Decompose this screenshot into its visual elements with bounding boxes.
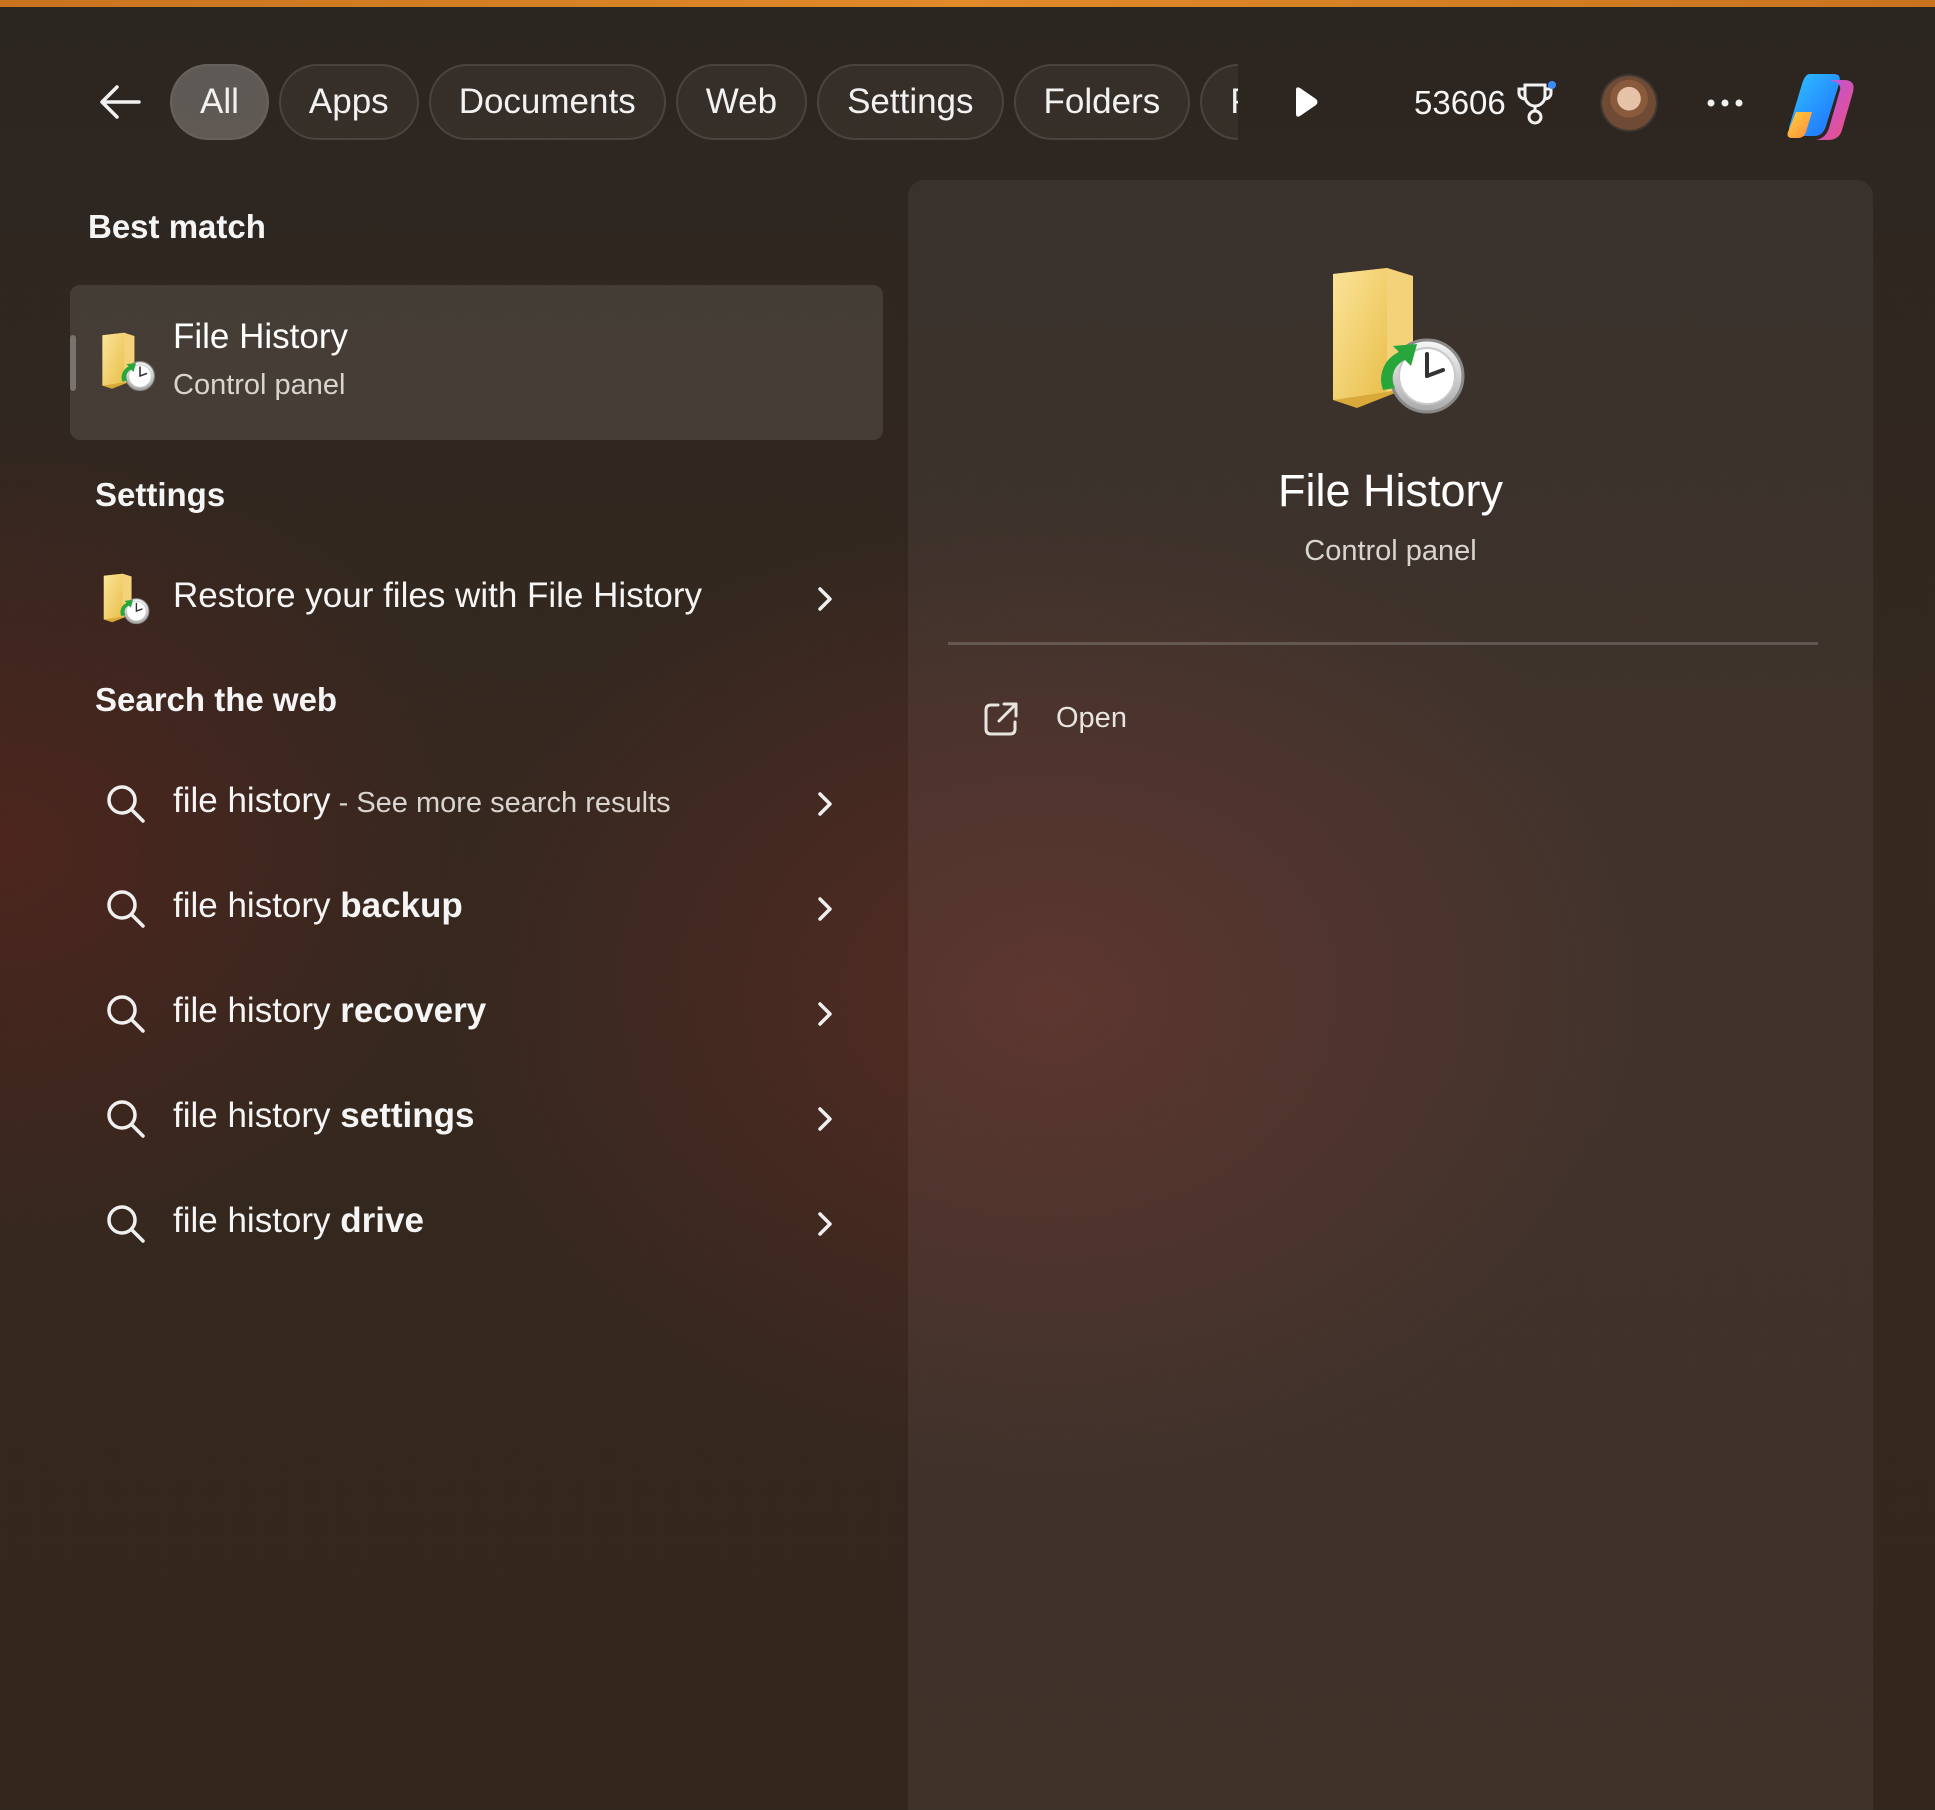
copilot-button[interactable] xyxy=(1782,66,1862,146)
web-search-query: file history backup xyxy=(173,886,463,925)
tab-settings[interactable]: Settings xyxy=(817,64,1004,140)
search-icon xyxy=(107,1100,145,1138)
open-external-icon xyxy=(984,702,1018,736)
rewards-points-value: 53606 xyxy=(1414,84,1506,121)
selection-indicator xyxy=(70,335,76,391)
web-search-item[interactable]: file history - See more search results xyxy=(70,756,883,852)
chevron-right-icon xyxy=(818,587,832,611)
settings-item-label: Restore your files with File History xyxy=(173,576,703,615)
web-search-query: file history settings xyxy=(173,1096,475,1135)
search-filter-bar: All Apps Documents Web Settings Folders … xyxy=(0,60,1935,144)
file-history-icon xyxy=(1326,266,1468,416)
accent-top-line xyxy=(0,0,1935,7)
open-label: Open xyxy=(1056,702,1127,734)
preview-title: File History xyxy=(1277,465,1504,516)
copilot-icon xyxy=(1787,74,1854,140)
file-history-icon xyxy=(100,573,152,625)
search-icon xyxy=(107,1205,145,1243)
more-icon xyxy=(1707,99,1743,107)
chevron-right-icon xyxy=(818,1002,832,1026)
file-history-icon xyxy=(100,331,156,393)
web-search-item[interactable]: file history backup xyxy=(70,861,883,957)
trophy-icon xyxy=(1517,81,1556,125)
best-match-heading: Best match xyxy=(88,208,266,245)
filter-tabs: All Apps Documents Web Settings Folders … xyxy=(170,64,1238,144)
tab-people[interactable]: People xyxy=(1200,64,1238,140)
search-icon xyxy=(107,785,145,823)
scroll-tabs-button[interactable] xyxy=(1284,82,1324,122)
web-search-item[interactable]: file history settings xyxy=(70,1071,883,1167)
chevron-right-icon xyxy=(818,792,832,816)
back-arrow-icon xyxy=(100,85,141,119)
best-match-title: File History xyxy=(173,317,349,356)
tab-all[interactable]: All xyxy=(170,64,269,140)
chevron-right-icon xyxy=(818,897,832,921)
web-search-item[interactable]: file history drive xyxy=(70,1176,883,1272)
rewards-points[interactable]: 53606 xyxy=(1414,78,1558,128)
play-icon xyxy=(1296,87,1318,117)
web-search-query: file history - See more search results xyxy=(173,781,671,820)
chevron-right-icon xyxy=(818,1212,832,1236)
preview-divider xyxy=(948,642,1818,645)
search-icon xyxy=(107,890,145,928)
tab-documents[interactable]: Documents xyxy=(428,64,666,140)
tab-web[interactable]: Web xyxy=(675,64,808,140)
more-options-button[interactable] xyxy=(1700,78,1750,128)
web-search-query: file history drive xyxy=(173,1201,424,1240)
open-button[interactable]: Open xyxy=(948,680,1268,760)
tab-apps[interactable]: Apps xyxy=(278,64,419,140)
web-search-query: file history recovery xyxy=(173,991,487,1030)
best-match-item[interactable]: File History Control panel xyxy=(70,285,883,440)
user-avatar[interactable] xyxy=(1602,76,1656,130)
tab-folders[interactable]: Folders xyxy=(1013,64,1191,140)
best-match-subtitle: Control panel xyxy=(173,369,346,401)
search-web-heading: Search the web xyxy=(95,681,338,718)
chevron-right-icon xyxy=(818,1107,832,1131)
settings-item-restore-files[interactable]: Restore your files with File History xyxy=(70,551,883,647)
preview-subtitle: Control panel xyxy=(1304,535,1477,567)
preview-pane: File History Control panel Open xyxy=(908,180,1873,1810)
search-icon xyxy=(107,995,145,1033)
settings-heading: Settings xyxy=(95,476,226,513)
back-button[interactable] xyxy=(92,74,148,130)
web-search-item[interactable]: file history recovery xyxy=(70,966,883,1062)
